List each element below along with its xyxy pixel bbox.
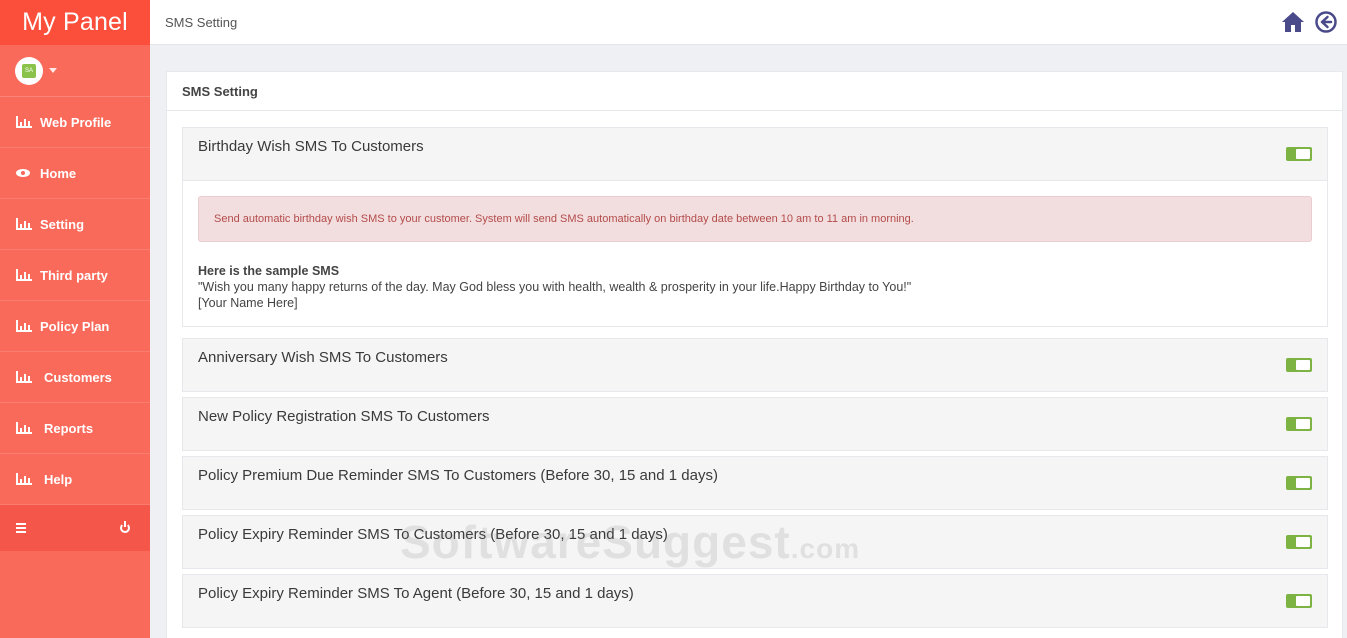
sms-item-premium-due: Policy Premium Due Reminder SMS To Custo… bbox=[182, 456, 1328, 510]
bar-chart-icon bbox=[16, 218, 34, 230]
back-arrow-icon[interactable] bbox=[1315, 11, 1337, 33]
sidebar-item-third-party[interactable]: Third party bbox=[0, 250, 150, 301]
sample-sms-text: "Wish you many happy returns of the day.… bbox=[198, 280, 912, 294]
topbar-actions bbox=[1281, 11, 1337, 33]
sidebar-item-label: Customers bbox=[44, 369, 112, 385]
avatar[interactable]: SA bbox=[15, 56, 43, 85]
avatar-initials: SA bbox=[22, 63, 36, 78]
sms-toggle-switch[interactable] bbox=[1286, 417, 1312, 431]
sms-item-header[interactable]: Birthday Wish SMS To Customers bbox=[183, 128, 1327, 180]
sms-item-header[interactable]: Anniversary Wish SMS To Customers bbox=[183, 339, 1327, 391]
panel-title: SMS Setting bbox=[167, 72, 1342, 111]
sms-item-header[interactable]: Policy Expiry Reminder SMS To Agent (Bef… bbox=[183, 575, 1327, 627]
bar-chart-icon bbox=[16, 422, 34, 434]
brand-logo[interactable]: My Panel bbox=[0, 0, 150, 45]
sms-toggle-switch[interactable] bbox=[1286, 476, 1312, 490]
user-menu[interactable]: SA bbox=[0, 45, 150, 97]
eye-icon bbox=[16, 167, 34, 179]
sms-item-body: Send automatic birthday wish SMS to your… bbox=[183, 180, 1327, 326]
chevron-down-icon[interactable] bbox=[49, 68, 57, 73]
sms-item-label: Anniversary Wish SMS To Customers bbox=[198, 349, 448, 366]
power-icon[interactable] bbox=[120, 521, 130, 533]
sidebar-item-reports[interactable]: Reports bbox=[0, 403, 150, 454]
sidebar-item-label: Home bbox=[40, 165, 77, 181]
sms-item-label: Policy Premium Due Reminder SMS To Custo… bbox=[198, 467, 718, 484]
sms-item-expiry-customers: Policy Expiry Reminder SMS To Customers … bbox=[182, 515, 1328, 569]
sms-item-expiry-agent: Policy Expiry Reminder SMS To Agent (Bef… bbox=[182, 574, 1328, 628]
sidebar-item-label: Web Profile bbox=[40, 114, 112, 130]
bar-chart-icon bbox=[16, 116, 34, 128]
sidebar-item-label: Policy Plan bbox=[40, 318, 110, 334]
sidebar-item-label: Reports bbox=[44, 420, 94, 436]
sms-item-birthday: Birthday Wish SMS To Customers Send auto… bbox=[182, 127, 1328, 327]
sidebar-item-setting[interactable]: Setting bbox=[0, 199, 150, 250]
sms-item-header[interactable]: Policy Premium Due Reminder SMS To Custo… bbox=[183, 457, 1327, 509]
sms-toggle-switch[interactable] bbox=[1286, 594, 1312, 608]
sms-item-label: New Policy Registration SMS To Customers bbox=[198, 408, 490, 425]
sms-toggle-switch[interactable] bbox=[1286, 358, 1312, 372]
sms-item-label: Policy Expiry Reminder SMS To Customers … bbox=[198, 526, 668, 543]
sms-toggle-switch[interactable] bbox=[1286, 535, 1312, 549]
sms-item-label: Policy Expiry Reminder SMS To Agent (Bef… bbox=[198, 585, 634, 602]
sidebar-item-label: Help bbox=[44, 471, 73, 487]
bar-chart-icon bbox=[16, 371, 34, 383]
sample-sms-sign: [Your Name Here] bbox=[198, 296, 298, 310]
sms-item-anniversary: Anniversary Wish SMS To Customers bbox=[182, 338, 1328, 392]
sms-toggle-switch[interactable] bbox=[1286, 147, 1312, 161]
sms-item-new-policy: New Policy Registration SMS To Customers bbox=[182, 397, 1328, 451]
topbar: SMS Setting bbox=[150, 0, 1347, 45]
info-alert: Send automatic birthday wish SMS to your… bbox=[198, 196, 1312, 242]
sidebar-item-label: Setting bbox=[40, 216, 85, 232]
sms-setting-panel: SMS Setting Birthday Wish SMS To Custome… bbox=[166, 71, 1343, 638]
sms-item-header[interactable]: New Policy Registration SMS To Customers bbox=[183, 398, 1327, 450]
sms-item-label: Birthday Wish SMS To Customers bbox=[198, 138, 424, 155]
bar-chart-icon bbox=[16, 320, 34, 332]
sidebar-item-policy-plan[interactable]: Policy Plan bbox=[0, 301, 150, 352]
page-title: SMS Setting bbox=[165, 14, 238, 30]
sidebar-item-label: Third party bbox=[40, 267, 108, 283]
sidebar-item-home[interactable]: Home bbox=[0, 148, 150, 199]
bar-chart-icon bbox=[16, 473, 34, 485]
sms-item-header[interactable]: Policy Expiry Reminder SMS To Customers … bbox=[183, 516, 1327, 568]
home-icon[interactable] bbox=[1281, 11, 1305, 33]
sidebar-item-web-profile[interactable]: Web Profile bbox=[0, 97, 150, 148]
sample-sms-title: Here is the sample SMS bbox=[198, 264, 340, 278]
sidebar-item-customers[interactable]: Customers bbox=[0, 352, 150, 403]
menu-icon[interactable] bbox=[16, 523, 26, 533]
bar-chart-icon bbox=[16, 269, 34, 281]
sidebar-item-help[interactable]: Help bbox=[0, 454, 150, 505]
sidebar-footer bbox=[0, 505, 150, 551]
sidebar: My Panel SA Web Profile Home Setting Thi… bbox=[0, 0, 150, 638]
